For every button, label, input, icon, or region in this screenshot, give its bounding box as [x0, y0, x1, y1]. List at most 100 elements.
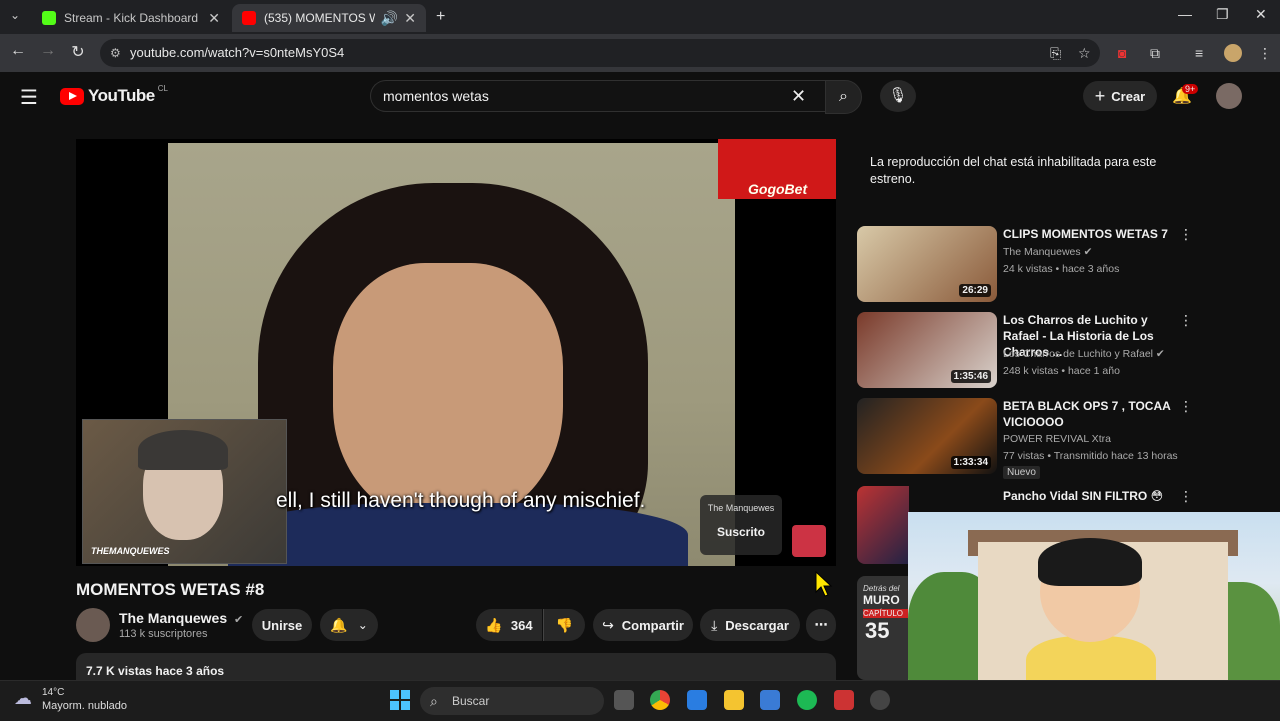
spotify-icon[interactable]: [797, 690, 817, 710]
tab-title: (535) MOMENTOS WETAS #: [264, 11, 375, 25]
install-icon[interactable]: ⎘: [1050, 45, 1061, 62]
store-icon[interactable]: [760, 690, 780, 710]
app-icon[interactable]: [870, 690, 890, 710]
emoji-icon: 😳: [1150, 489, 1164, 503]
channel-name[interactable]: The Manquewes ✔: [119, 610, 243, 626]
tab-kick-dashboard[interactable]: Stream - Kick Dashboard ✕: [32, 4, 230, 32]
maximize-icon[interactable]: ❐: [1216, 6, 1229, 23]
close-tab-icon[interactable]: ✕: [404, 10, 416, 27]
recommended-video[interactable]: 1:35:46 Los Charros de Luchito y Rafael …: [857, 312, 1193, 392]
search-icon: ⌕: [839, 88, 848, 105]
streamer-webcam: THEMANQUEWES: [82, 419, 287, 564]
tab-search-chevron-icon[interactable]: ⌄: [10, 8, 20, 22]
browser-menu-icon[interactable]: ⋮: [1258, 45, 1272, 62]
file-explorer-icon[interactable]: [724, 690, 744, 710]
share-label: Compartir: [621, 617, 684, 633]
more-options-icon[interactable]: ⋮: [1179, 312, 1193, 329]
bookmark-star-icon[interactable]: ☆: [1078, 45, 1091, 62]
video-thumbnail[interactable]: [857, 486, 909, 564]
voice-search-button[interactable]: 🎙: [880, 80, 916, 112]
video-subtitle: ell, I still haven't though of any misch…: [276, 489, 646, 512]
search-query: momentos wetas: [383, 88, 489, 104]
more-actions-button[interactable]: ⋯: [806, 609, 836, 641]
close-window-icon[interactable]: ✕: [1255, 6, 1267, 23]
account-avatar[interactable]: [1216, 83, 1242, 109]
channel-watermark-logo[interactable]: [792, 525, 826, 557]
sponsor-banner: GogoBet: [718, 139, 836, 199]
video-thumbnail[interactable]: Detrás del MURO CAPÍTULO 35: [857, 576, 909, 680]
more-options-icon[interactable]: ⋮: [1179, 488, 1193, 505]
verified-icon: ✔: [1155, 348, 1165, 360]
watermark-channel: The Manquewes: [707, 503, 775, 513]
profile-avatar[interactable]: [1224, 44, 1242, 62]
task-view-icon[interactable]: [614, 690, 634, 710]
subscribe-watermark[interactable]: The Manquewes Suscrito: [700, 495, 782, 555]
extension-red-icon[interactable]: ◙: [1118, 45, 1126, 61]
forward-icon[interactable]: →: [36, 42, 60, 60]
windows-start-icon[interactable]: [390, 690, 410, 710]
video-channel[interactable]: Los Charros de Luchito y Rafael ✔: [1003, 348, 1165, 360]
download-button[interactable]: ⤓ Descargar: [700, 609, 800, 641]
mute-tab-icon[interactable]: 🔊: [381, 10, 398, 27]
video-meta: 248 k vistas • hace 1 año: [1003, 365, 1120, 377]
media-controls-icon[interactable]: ≡: [1195, 45, 1203, 61]
views-and-date: 7.7 K vistas hace 3 años: [86, 664, 225, 678]
create-button[interactable]: + Crear: [1083, 81, 1157, 111]
video-player[interactable]: GogoBet THEMANQUEWES ell, I still haven'…: [76, 139, 836, 566]
video-channel[interactable]: POWER REVIVAL Xtra: [1003, 433, 1111, 445]
channel-avatar[interactable]: [76, 608, 110, 642]
taskbar-search-label: Buscar: [452, 694, 490, 708]
video-meta: 77 vistas • Transmitido hace 13 horas: [1003, 450, 1178, 462]
weather-temperature[interactable]: 14°C: [42, 687, 64, 698]
back-icon[interactable]: ←: [6, 42, 30, 60]
chat-disabled-message: La reproducción del chat está inhabilita…: [870, 155, 1157, 186]
video-title[interactable]: BETA BLACK OPS 7 , TOCAA VICIOOOO: [1003, 398, 1173, 430]
search-button[interactable]: ⌕: [825, 80, 862, 114]
share-button[interactable]: ↪ Compartir: [593, 609, 693, 641]
app-icon[interactable]: [834, 690, 854, 710]
youtube-play-icon: [60, 87, 84, 105]
webcam-beanie: [138, 430, 228, 470]
tab-youtube-video[interactable]: (535) MOMENTOS WETAS # 🔊 ✕: [232, 4, 426, 32]
reload-icon[interactable]: ↻: [66, 42, 90, 62]
more-options-icon[interactable]: ⋮: [1179, 398, 1193, 415]
channel-text: Los Charros de Luchito y Rafael: [1003, 348, 1153, 360]
notification-settings-button[interactable]: 🔔 ⌄: [320, 609, 378, 641]
taskbar-search[interactable]: ⌕ Buscar: [420, 687, 604, 715]
video-channel[interactable]: The Manquewes ✔: [1003, 246, 1092, 258]
picture-in-picture-window[interactable]: [908, 512, 1280, 690]
more-options-icon[interactable]: ⋮: [1179, 226, 1193, 243]
video-title[interactable]: Pancho Vidal SIN FILTRO 😳: [1003, 488, 1173, 504]
browser-tab-strip: ⌄ Stream - Kick Dashboard ✕ (535) MOMENT…: [0, 0, 1280, 34]
like-button[interactable]: 👍 364: [476, 609, 542, 641]
video-thumbnail[interactable]: 26:29: [857, 226, 997, 302]
logo-text: YouTube: [88, 86, 155, 105]
weather-condition[interactable]: Mayorm. nublado: [42, 700, 127, 712]
video-thumbnail[interactable]: 1:35:46: [857, 312, 997, 388]
video-duration: 26:29: [959, 284, 991, 297]
close-tab-icon[interactable]: ✕: [208, 10, 220, 27]
site-info-icon[interactable]: ⚙: [110, 39, 121, 67]
video-title[interactable]: CLIPS MOMENTOS WETAS 7: [1003, 226, 1173, 242]
hamburger-menu-icon[interactable]: ☰: [20, 85, 38, 110]
clear-search-icon[interactable]: ✕: [791, 81, 806, 111]
weather-cloud-icon[interactable]: ☁: [14, 688, 32, 709]
address-bar[interactable]: ⚙ youtube.com/watch?v=s0nteMsY0S4: [100, 39, 1100, 67]
sponsor-text: GogoBet: [748, 181, 808, 197]
windows-taskbar: [0, 680, 1280, 721]
app-icon[interactable]: [687, 690, 707, 710]
dislike-button[interactable]: 👎: [543, 609, 585, 641]
extensions-puzzle-icon[interactable]: ⧉: [1150, 45, 1160, 62]
search-input[interactable]: momentos wetas ✕: [370, 80, 825, 112]
recommended-video[interactable]: 1:33:34 BETA BLACK OPS 7 , TOCAA VICIOOO…: [857, 398, 1193, 480]
join-button[interactable]: Unirse: [252, 609, 312, 641]
video-thumbnail[interactable]: 1:33:34: [857, 398, 997, 474]
chrome-icon[interactable]: [650, 690, 670, 710]
recommended-video[interactable]: 26:29 CLIPS MOMENTOS WETAS 7 The Manquew…: [857, 226, 1193, 306]
like-count: 364: [510, 617, 533, 633]
kick-icon: [42, 11, 56, 25]
video-duration: 1:35:46: [950, 370, 991, 383]
new-tab-icon[interactable]: +: [436, 8, 445, 26]
minimize-icon[interactable]: —: [1178, 6, 1192, 22]
youtube-logo[interactable]: YouTube CL: [60, 84, 168, 106]
